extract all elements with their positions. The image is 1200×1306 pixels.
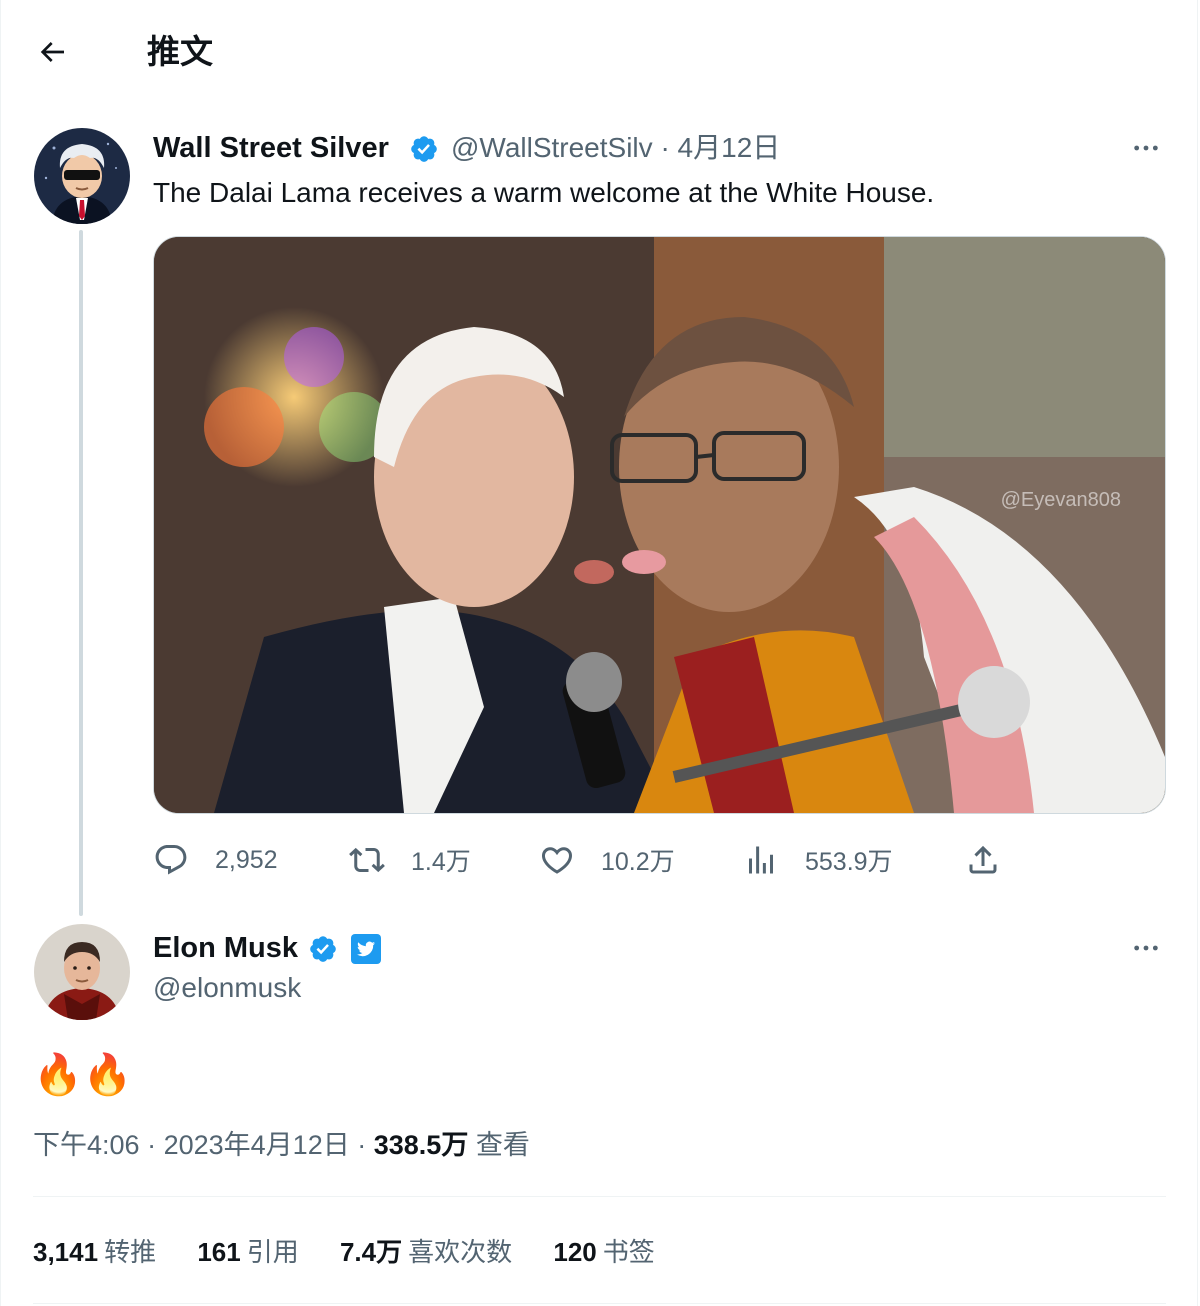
views-count: 553.9万 (805, 848, 893, 876)
main-tweet-text: 🔥🔥 (33, 1053, 133, 1097)
parent-more-button[interactable] (1126, 128, 1166, 168)
left-border (0, 0, 1, 1306)
stat-number: 3,141 (33, 1237, 99, 1267)
parent-author-handle[interactable]: @WallStreetSilv · 4月12日 (451, 130, 780, 166)
stat-label: 引用 (246, 1237, 299, 1267)
analytics-bars-icon (749, 846, 773, 874)
back-arrow-icon (40, 42, 64, 62)
tweet-full-date[interactable]: 2023年4月12日 (164, 1130, 350, 1160)
tweet-meta: 下午4:06 · 2023年4月12日 · 338.5万 查看 (33, 1127, 530, 1163)
stats-divider (33, 1196, 1166, 1197)
reply-button[interactable]: 2,952 (153, 838, 278, 882)
separator-dot: · (660, 132, 670, 163)
thread-connector-line (79, 230, 83, 916)
share-button[interactable] (965, 838, 1001, 882)
stat-number: 161 (197, 1237, 241, 1267)
tweet-time[interactable]: 下午4:06 (33, 1130, 140, 1160)
elonmusk-avatar[interactable] (34, 924, 130, 1020)
stat-number: 7.4万 (339, 1237, 403, 1267)
twitter-affiliate-badge-icon (351, 934, 381, 964)
back-button[interactable] (30, 30, 74, 74)
tweet-date[interactable]: 4月12日 (678, 132, 781, 163)
main-author-name[interactable]: Elon Musk (153, 930, 298, 966)
retweet-button[interactable]: 1.4万 (349, 838, 471, 882)
retweet-count: 1.4万 (411, 848, 471, 876)
stat-label: 喜欢次数 (408, 1237, 513, 1267)
verified-badge-icon (310, 936, 336, 962)
meta-separator: · (147, 1130, 157, 1160)
verified-badge-icon (411, 136, 437, 162)
parent-author-name[interactable]: Wall Street Silver (153, 130, 389, 166)
meta-separator: · (357, 1130, 367, 1160)
parent-tweet-text: The Dalai Lama receives a warm welcome a… (153, 177, 935, 208)
engagement-stats: 3,141 转推 161 引用 7.4万 喜欢次数 120 书签 (33, 1232, 689, 1272)
retweet-icon (349, 847, 385, 873)
handle-text: @WallStreetSilv (451, 132, 653, 163)
wallstreetsilver-avatar[interactable] (34, 128, 130, 224)
main-author-handle[interactable]: @elonmusk (153, 970, 301, 1006)
page-header: 推文 (0, 0, 1200, 104)
tweet-media-photo[interactable]: @Eyevan808 (153, 236, 1166, 814)
stat-retweets[interactable]: 3,141 转推 (33, 1232, 156, 1272)
stat-number: 120 (553, 1237, 597, 1267)
views-button[interactable]: 553.9万 (743, 838, 893, 882)
reply-bubble-icon (155, 845, 187, 875)
reply-count: 2,952 (215, 845, 278, 874)
like-button[interactable]: 10.2万 (539, 838, 675, 882)
stat-label: 书签 (602, 1237, 655, 1267)
stat-bookmarks[interactable]: 120 书签 (553, 1232, 654, 1272)
stat-likes[interactable]: 7.4万 喜欢次数 (340, 1232, 512, 1272)
bottom-divider (33, 1303, 1166, 1304)
more-dots-icon (1134, 145, 1158, 151)
stat-label: 转推 (104, 1237, 157, 1267)
more-dots-icon (1134, 945, 1158, 951)
stat-quotes[interactable]: 161 引用 (197, 1232, 298, 1272)
share-upload-icon (969, 845, 997, 874)
view-label: 查看 (475, 1130, 530, 1160)
right-border (1197, 0, 1198, 1306)
main-more-button[interactable] (1126, 928, 1166, 968)
parent-tweet-actions: 2,952 1.4万 10.2万 553.9万 (153, 838, 1013, 882)
view-count: 338.5万 (373, 1130, 469, 1160)
page-title: 推文 (147, 33, 213, 70)
heart-icon (541, 847, 573, 874)
media-watermark: @Eyevan808 (1000, 489, 1121, 511)
like-count: 10.2万 (601, 848, 675, 876)
